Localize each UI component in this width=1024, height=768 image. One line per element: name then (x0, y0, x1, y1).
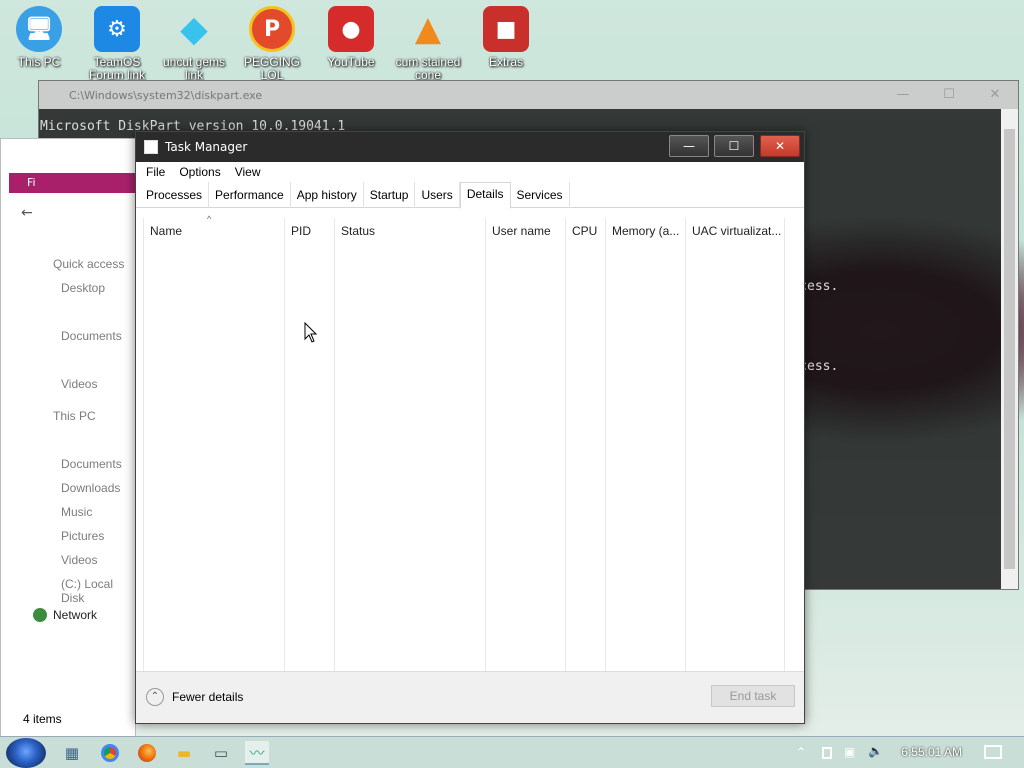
firefox-icon[interactable] (135, 741, 159, 765)
explorer-status: 4 items (23, 712, 62, 726)
desktop-icon-label: uncut gems link (162, 55, 226, 82)
nav-item-videos-pc[interactable]: Videos (61, 553, 97, 567)
desktop-icon-uncut-gems[interactable]: ◆ uncut gems link (157, 6, 231, 82)
console-minimize-button[interactable]: — (880, 81, 926, 109)
end-task-button[interactable]: End task (711, 685, 795, 707)
task-manager-title: Task Manager (165, 140, 248, 154)
nav-item-quick-access[interactable]: Quick access (53, 257, 124, 271)
tab-bar: Processes Performance App history Startu… (136, 182, 804, 209)
task-manager-icon[interactable]: 〰 (245, 741, 269, 765)
nav-item-videos[interactable]: Videos (61, 377, 97, 391)
desktop-icon-this-pc[interactable]: 🖥 This PC (2, 6, 76, 69)
fewer-details-label: Fewer details (172, 690, 244, 704)
task-manager-footer: ⌃ Fewer details End task (136, 671, 804, 723)
chevron-up-icon: ⌃ (146, 688, 164, 706)
desktop-icon-pegging[interactable]: P PEGGING LOL (235, 6, 309, 82)
angry-bird-icon: ● (328, 6, 374, 52)
mouse-cursor-icon (304, 322, 318, 343)
task-view-icon[interactable]: ▦ (60, 741, 84, 765)
tab-users[interactable]: Users (415, 182, 460, 208)
menu-file[interactable]: File (146, 165, 165, 179)
network-tray-icon[interactable]: ▣ (844, 745, 855, 759)
computer-icon: 🖥 (16, 6, 62, 52)
desktop-icon-label: PEGGING LOL (243, 55, 300, 82)
desktop-icon-teamos[interactable]: ⚙ TeamOS Forum link (80, 6, 154, 82)
desktop-icon-label: Extras (488, 55, 523, 69)
task-manager-app-icon (144, 140, 158, 154)
menu-bar: File Options View (136, 162, 804, 182)
taskbar: ▦ ▬ ▭ 〰 ⌃ ▣ 🔈 6:55:01 AM (0, 736, 1024, 768)
column-header-pid[interactable]: PID (284, 218, 334, 673)
column-header-user-name[interactable]: User name (485, 218, 565, 673)
file-explorer-icon[interactable]: ▬ (172, 741, 196, 765)
gear-icon: ⚙ (94, 6, 140, 52)
desktop-icon-extras[interactable]: ■ Extras (469, 6, 543, 69)
column-header-uac[interactable]: UAC virtualizat... (685, 218, 785, 673)
gift-box-icon: ■ (483, 6, 529, 52)
nav-item-downloads[interactable]: Downloads (61, 481, 120, 495)
menu-view[interactable]: View (235, 165, 261, 179)
volume-icon[interactable]: 🔈 (868, 744, 883, 758)
desktop-icon-label: YouTube (327, 55, 375, 69)
chevron-up-icon[interactable]: ⌃ (796, 745, 806, 759)
nav-item-documents[interactable]: Documents (61, 329, 122, 343)
tab-performance[interactable]: Performance (209, 182, 291, 208)
close-button[interactable]: ✕ (760, 135, 800, 157)
tab-processes[interactable]: Processes (140, 182, 210, 208)
desktop-icon-label: cum stained cone (395, 55, 461, 82)
minimize-button[interactable]: — (669, 135, 709, 157)
clock[interactable]: 6:55:01 AM (901, 745, 962, 759)
tab-app-history[interactable]: App history (291, 182, 364, 208)
fewer-details-button[interactable]: ⌃ Fewer details (146, 688, 243, 706)
battery-icon[interactable] (822, 747, 832, 759)
column-header-name[interactable]: Name (143, 218, 284, 673)
desktop-icon-label: This PC (17, 55, 61, 69)
tab-details[interactable]: Details (459, 182, 511, 209)
nav-item-music[interactable]: Music (61, 505, 92, 519)
nav-item-this-pc[interactable]: This PC (53, 409, 96, 423)
console-close-button[interactable]: ✕ (972, 81, 1018, 109)
maximize-button[interactable]: ☐ (714, 135, 754, 157)
explorer-back-icon[interactable]: ← (21, 205, 33, 221)
menu-options[interactable]: Options (179, 165, 220, 179)
column-header-cpu[interactable]: CPU (565, 218, 605, 673)
chrome-icon[interactable] (98, 741, 122, 765)
nav-item-documents-pc[interactable]: Documents (61, 457, 122, 471)
network-icon (33, 608, 47, 622)
nav-item-network[interactable]: Network (53, 608, 97, 622)
column-header-memory[interactable]: Memory (a... (605, 218, 685, 673)
details-table: ^ Name PID Status User name CPU Memory (… (136, 214, 787, 673)
console-title: C:\Windows\system32\diskpart.exe (69, 88, 263, 102)
column-header-status[interactable]: Status (334, 218, 485, 673)
desktop-icon-youtube[interactable]: ● YouTube (314, 6, 388, 69)
desktop-icon-label: TeamOS Forum link (88, 55, 145, 82)
console-scrollbar[interactable] (1001, 109, 1018, 589)
nav-item-pictures[interactable]: Pictures (61, 529, 104, 543)
vlc-cone-icon: ▲ (414, 9, 442, 49)
notification-icon[interactable] (984, 745, 1002, 759)
system-tray: ⌃ ▣ 🔈 6:55:01 AM (794, 737, 1024, 768)
diamond-icon: ◆ (180, 8, 208, 50)
letter-p-icon: P (249, 6, 295, 52)
start-button[interactable] (6, 738, 46, 768)
console-icon[interactable]: ▭ (209, 741, 233, 765)
nav-item-desktop[interactable]: Desktop (61, 281, 105, 295)
nav-item-local-disk[interactable]: (C:) Local Disk (61, 577, 135, 605)
desktop-icon-cone[interactable]: ▲ cum stained cone (391, 6, 465, 82)
tab-services[interactable]: Services (511, 182, 570, 208)
console-titlebar[interactable]: C:\Windows\system32\diskpart.exe (39, 81, 1018, 109)
explorer-ribbon-tab[interactable]: Fi (9, 173, 137, 193)
console-maximize-button[interactable]: ☐ (926, 81, 972, 109)
file-explorer-window[interactable]: Fi ← Quick access Desktop Documents Vide… (0, 138, 137, 738)
task-manager-window[interactable]: Task Manager — ☐ ✕ File Options View Pro… (135, 131, 805, 724)
tab-startup[interactable]: Startup (364, 182, 416, 208)
